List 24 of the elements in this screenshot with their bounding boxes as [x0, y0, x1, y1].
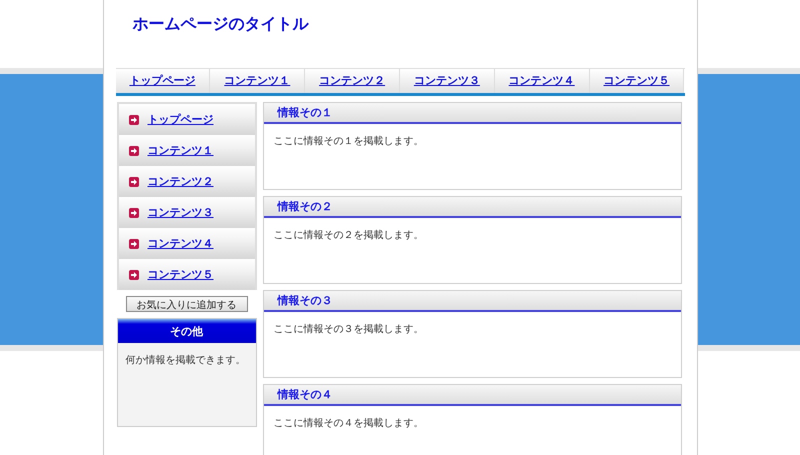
arrow-icon	[128, 176, 138, 186]
panel-text: ここに情報その４を掲載します。	[272, 416, 424, 431]
nav-link[interactable]: トップページ	[116, 69, 210, 93]
nav-link[interactable]: コンテンツ４	[494, 69, 590, 93]
panel-title: 情報その１	[264, 103, 680, 124]
panel-title: 情報その４	[264, 385, 680, 406]
nav-link[interactable]: コンテンツ２	[305, 69, 400, 93]
box-title: その他	[118, 319, 256, 343]
nav-link[interactable]: コンテンツ３	[400, 69, 495, 93]
arrow-icon	[128, 146, 138, 156]
arrow-icon	[128, 208, 138, 218]
panel-text: ここに情報その３を掲載します。	[272, 322, 424, 337]
panel-text: ここに情報その１を掲載します。	[272, 134, 424, 149]
nav-link[interactable]: コンテンツ１	[210, 69, 306, 93]
nav-link[interactable]: コンテンツ５	[590, 69, 684, 93]
arrow-icon	[128, 114, 138, 124]
panel-title: 情報その２	[264, 197, 680, 218]
arrow-icon	[128, 270, 138, 280]
panel-title: 情報その３	[264, 291, 680, 312]
site-title: ホームページのタイトル	[132, 14, 308, 33]
box-text: 何か情報を掲載できます。	[124, 354, 246, 368]
panel-text: ここに情報その２を掲載します。	[272, 228, 424, 243]
bookmark-button[interactable]: お気に入りに追加する	[126, 296, 248, 312]
arrow-icon	[128, 238, 138, 248]
